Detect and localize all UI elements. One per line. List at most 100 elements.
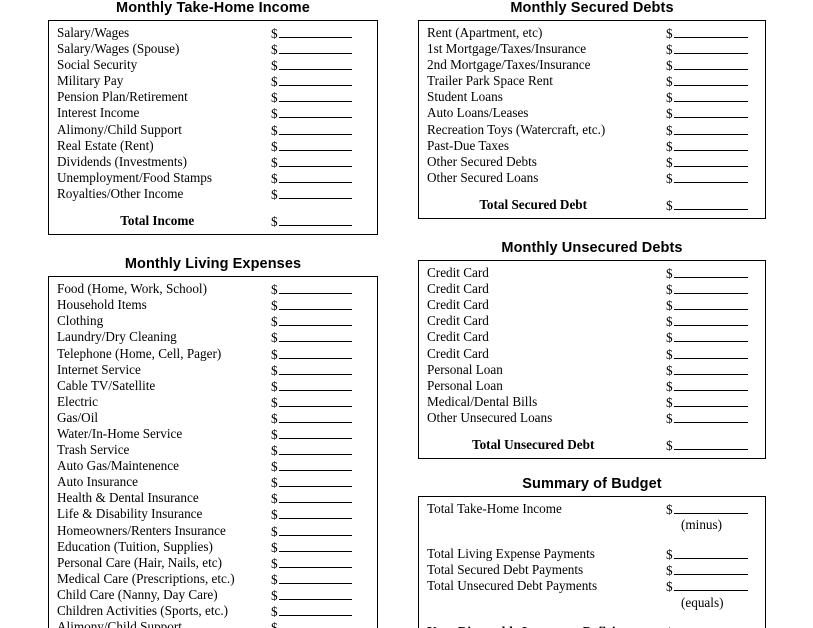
amount-blank-line[interactable]	[673, 546, 748, 560]
amount-blank-line[interactable]	[673, 170, 748, 183]
amount-blank-line[interactable]	[278, 25, 352, 38]
amount-blank-line[interactable]	[673, 313, 748, 327]
line-item-amount[interactable]: $	[271, 25, 352, 42]
amount-blank-line[interactable]	[673, 297, 748, 311]
line-item-amount[interactable]: $	[666, 73, 748, 90]
amount-blank-line[interactable]	[278, 57, 352, 71]
line-item-amount[interactable]: $	[271, 297, 352, 314]
line-item-amount[interactable]: $	[271, 57, 352, 74]
line-item-amount[interactable]: $	[666, 546, 748, 563]
line-item-amount[interactable]: $	[271, 571, 352, 588]
amount-blank-line[interactable]	[278, 73, 352, 87]
line-item-amount[interactable]: $	[666, 410, 748, 427]
amount-blank-line[interactable]	[278, 378, 352, 391]
amount-blank-line[interactable]	[673, 410, 748, 423]
line-item-amount[interactable]: $	[666, 297, 748, 314]
line-item-amount[interactable]: $	[666, 138, 748, 155]
line-item-amount[interactable]: $	[271, 490, 352, 507]
income-total-amount[interactable]: $	[271, 213, 352, 230]
amount-blank-line[interactable]	[278, 442, 352, 456]
amount-blank-line[interactable]	[278, 329, 352, 343]
line-item-amount[interactable]: $	[271, 329, 352, 346]
summary-income-amount[interactable]: $	[666, 501, 748, 518]
amount-blank-line[interactable]	[278, 362, 352, 375]
amount-blank-line[interactable]	[673, 501, 748, 515]
line-item-amount[interactable]: $	[271, 442, 352, 459]
amount-blank-line[interactable]	[673, 105, 748, 119]
amount-blank-line[interactable]	[673, 154, 748, 167]
line-item-amount[interactable]: $	[271, 138, 352, 155]
line-item-amount[interactable]: $	[271, 523, 352, 540]
amount-blank-line[interactable]	[673, 562, 748, 576]
line-item-amount[interactable]: $	[666, 378, 748, 395]
line-item-amount[interactable]: $	[666, 362, 748, 379]
amount-blank-line[interactable]	[278, 555, 352, 568]
amount-blank-line[interactable]	[278, 603, 352, 616]
line-item-amount[interactable]: $	[271, 170, 352, 187]
amount-blank-line[interactable]	[278, 89, 352, 103]
amount-blank-line[interactable]	[278, 539, 352, 552]
line-item-amount[interactable]: $	[666, 313, 748, 330]
amount-blank-line[interactable]	[278, 587, 352, 600]
amount-blank-line[interactable]	[673, 265, 748, 279]
amount-blank-line[interactable]	[278, 281, 352, 295]
summary-result-amount[interactable]: $	[666, 624, 748, 628]
line-item-amount[interactable]: $	[271, 346, 352, 363]
secured-total-amount[interactable]: $	[666, 197, 748, 214]
amount-blank-line[interactable]	[278, 426, 352, 439]
amount-blank-line[interactable]	[278, 394, 352, 407]
amount-blank-line[interactable]	[673, 57, 748, 71]
amount-blank-line[interactable]	[278, 313, 352, 327]
line-item-amount[interactable]: $	[271, 186, 352, 203]
amount-blank-line[interactable]	[673, 346, 748, 359]
amount-blank-line[interactable]	[673, 394, 748, 407]
amount-blank-line[interactable]	[673, 122, 748, 135]
amount-blank-line[interactable]	[278, 186, 352, 199]
line-item-amount[interactable]: $	[666, 122, 748, 139]
line-item-amount[interactable]: $	[666, 105, 748, 122]
amount-blank-line[interactable]	[278, 346, 352, 359]
line-item-amount[interactable]: $	[666, 57, 748, 74]
line-item-amount[interactable]: $	[271, 587, 352, 604]
amount-blank-line[interactable]	[673, 329, 748, 343]
amount-blank-line[interactable]	[278, 523, 352, 536]
line-item-amount[interactable]: $	[271, 362, 352, 379]
amount-blank-line[interactable]	[673, 281, 748, 295]
amount-blank-line[interactable]	[278, 458, 352, 472]
line-item-amount[interactable]: $	[271, 426, 352, 443]
amount-blank-line[interactable]	[278, 41, 352, 55]
line-item-amount[interactable]: $	[271, 394, 352, 411]
amount-blank-line[interactable]	[278, 122, 352, 135]
line-item-amount[interactable]: $	[666, 346, 748, 363]
amount-blank-line[interactable]	[278, 138, 352, 151]
line-item-amount[interactable]: $	[271, 105, 352, 122]
line-item-amount[interactable]: $	[271, 73, 352, 90]
line-item-amount[interactable]: $	[666, 41, 748, 58]
amount-blank-line[interactable]	[673, 41, 748, 55]
amount-blank-line[interactable]	[673, 578, 748, 592]
amount-blank-line[interactable]	[673, 437, 748, 450]
amount-blank-line[interactable]	[673, 362, 748, 375]
amount-blank-line[interactable]	[278, 213, 352, 227]
line-item-amount[interactable]: $	[666, 562, 748, 579]
line-item-amount[interactable]: $	[271, 89, 352, 106]
unsecured-total-amount[interactable]: $	[666, 437, 748, 454]
line-item-amount[interactable]: $	[666, 265, 748, 282]
line-item-amount[interactable]: $	[271, 458, 352, 475]
line-item-amount[interactable]: $	[666, 25, 748, 42]
line-item-amount[interactable]: $	[666, 281, 748, 298]
line-item-amount[interactable]: $	[666, 394, 748, 411]
line-item-amount[interactable]: $	[271, 410, 352, 427]
amount-blank-line[interactable]	[673, 89, 748, 103]
amount-blank-line[interactable]	[278, 170, 352, 183]
amount-blank-line[interactable]	[278, 410, 352, 423]
amount-blank-line[interactable]	[278, 297, 352, 311]
amount-blank-line[interactable]	[278, 474, 352, 488]
line-item-amount[interactable]: $	[666, 329, 748, 346]
line-item-amount[interactable]: $	[666, 578, 748, 595]
line-item-amount[interactable]: $	[271, 474, 352, 491]
amount-blank-line[interactable]	[673, 378, 748, 391]
amount-blank-line[interactable]	[279, 619, 352, 628]
amount-blank-line[interactable]	[674, 624, 748, 628]
amount-blank-line[interactable]	[673, 25, 748, 38]
